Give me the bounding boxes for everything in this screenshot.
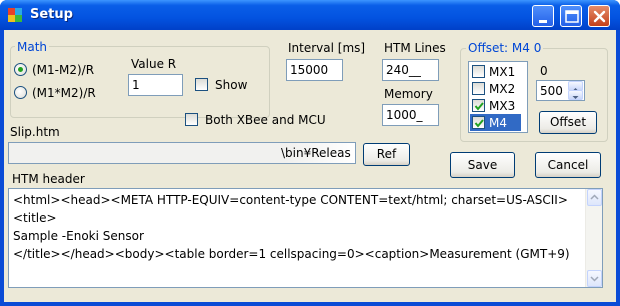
show-checkbox[interactable] xyxy=(195,78,208,91)
radio-m1-minus-m2-label: (M1-M2)/R xyxy=(32,63,95,77)
checkmark-icon xyxy=(474,119,484,128)
memory-input[interactable]: 1000_ xyxy=(382,104,439,126)
offset-group-legend: Offset: M4 0 xyxy=(466,41,544,55)
title-bar[interactable]: Setup xyxy=(0,0,620,30)
htm-header-textarea[interactable]: <html><head><META HTTP-EQUIV=content-typ… xyxy=(8,188,603,288)
checkmark-icon xyxy=(474,102,484,111)
offset-button[interactable]: Offset xyxy=(539,111,597,134)
scroll-down-button[interactable] xyxy=(587,270,602,287)
checklist-item-m4[interactable]: M4 xyxy=(470,114,521,131)
radio-m1-minus-m2[interactable] xyxy=(14,63,27,76)
radio-m1-times-m2-label: (M1*M2)/R xyxy=(32,86,96,100)
radio-selected-dot xyxy=(18,67,23,72)
slip-label: Slip.htm xyxy=(10,125,60,139)
close-button[interactable] xyxy=(588,5,610,27)
mx1-label: MX1 xyxy=(489,65,516,79)
minimize-button[interactable] xyxy=(532,5,554,27)
save-button[interactable]: Save xyxy=(450,152,515,178)
checklist-item-mx3[interactable]: MX3 xyxy=(470,97,521,114)
checklist-item-mx1[interactable]: MX1 xyxy=(470,63,521,80)
m4-label: M4 xyxy=(489,116,507,130)
app-icon xyxy=(8,8,22,22)
radio-m1-times-m2[interactable] xyxy=(14,86,27,99)
htm-lines-label: HTM Lines xyxy=(384,41,446,55)
spin-down-button[interactable] xyxy=(568,90,583,100)
mx3-checkbox[interactable] xyxy=(472,99,485,112)
offset-checklist[interactable]: MX1 MX2 MX3 M4 xyxy=(468,61,528,133)
offset-spin-input[interactable]: 500 xyxy=(536,80,585,101)
ref-button[interactable]: Ref xyxy=(363,143,410,166)
slip-path-input[interactable]: \bin¥Releas xyxy=(8,142,356,164)
dialog-body: Math (M1-M2)/R (M1*M2)/R Value R 1 Show … xyxy=(4,30,616,302)
setup-window: Setup Math (M1-M2)/R (M1*M2)/R Value R 1… xyxy=(0,0,620,306)
minimize-icon xyxy=(539,20,547,23)
htm-header-label: HTM header xyxy=(12,172,85,186)
mx2-label: MX2 xyxy=(489,82,516,96)
arrow-up-icon xyxy=(590,194,599,200)
interval-input[interactable]: 15000 xyxy=(286,59,343,81)
mx1-checkbox[interactable] xyxy=(472,65,485,78)
value-r-input[interactable]: 1 xyxy=(128,74,183,96)
interval-label: Interval [ms] xyxy=(288,41,366,55)
maximize-icon xyxy=(565,10,579,23)
value-r-label: Value R xyxy=(131,57,177,71)
math-group-legend: Math xyxy=(15,40,50,54)
mx2-checkbox[interactable] xyxy=(472,82,485,95)
maximize-button[interactable] xyxy=(560,5,582,27)
show-label: Show xyxy=(215,78,248,92)
offset-spin-value: 500 xyxy=(540,84,563,98)
both-xbee-checkbox[interactable] xyxy=(185,113,198,126)
scroll-up-button[interactable] xyxy=(587,189,602,206)
arrow-down-icon xyxy=(590,276,599,282)
both-xbee-label: Both XBee and MCU xyxy=(205,113,326,127)
window-title: Setup xyxy=(30,7,73,22)
vertical-scrollbar[interactable] xyxy=(585,189,602,287)
htm-lines-input[interactable]: 240__ xyxy=(382,59,439,81)
cancel-button[interactable]: Cancel xyxy=(535,152,601,178)
memory-label: Memory xyxy=(384,87,433,101)
htm-header-text: <html><head><META HTTP-EQUIV=content-typ… xyxy=(13,193,570,261)
close-icon xyxy=(593,10,606,23)
m4-checkbox[interactable] xyxy=(472,116,485,129)
arrow-down-icon xyxy=(572,96,579,99)
checklist-item-mx2[interactable]: MX2 xyxy=(470,80,521,97)
mx3-label: MX3 xyxy=(489,99,516,113)
offset-value-label: 0 xyxy=(540,64,548,78)
slip-path-text: \bin¥Releas xyxy=(281,146,351,160)
